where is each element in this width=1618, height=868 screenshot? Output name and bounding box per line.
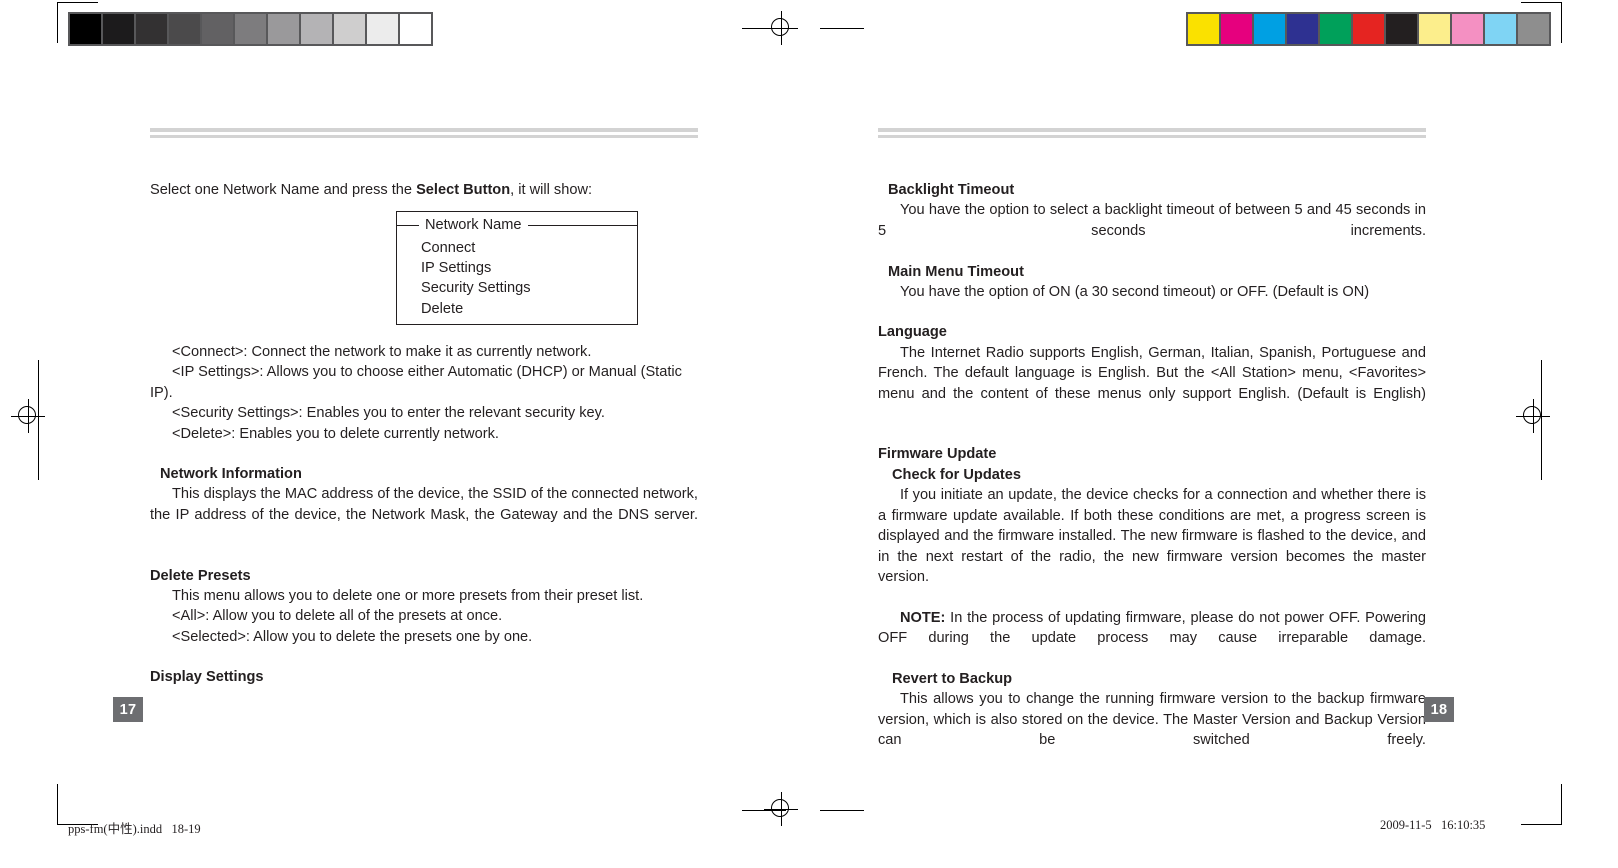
heading-check-for-updates: Check for Updates	[892, 466, 1021, 483]
paragraph-revert-to-backup: This allows you to change the running fi…	[878, 691, 1426, 749]
menu-item-security-settings[interactable]: Security Settings	[421, 278, 637, 298]
select-network-instruction: Select one Network Name and press the Se…	[150, 180, 698, 200]
paragraph-firmware-note: NOTE: In the process of updating firmwar…	[878, 608, 1426, 669]
heading-revert-to-backup: Revert to Backup	[892, 670, 1013, 687]
page-number-badge-right: 18	[1424, 697, 1454, 722]
page-header-rule-right	[878, 128, 1426, 138]
footer-timestamp: 2009-11-5 16:10:35	[1380, 818, 1486, 832]
menu-title-rule-left	[397, 224, 419, 226]
select-network-instruction-before: Select one Network Name and press the	[150, 182, 417, 198]
select-network-instruction-after: , it will show:	[510, 182, 593, 198]
network-name-menu-illustration: Network Name Connect IP Settings Securit…	[396, 211, 638, 325]
paragraph-backlight-timeout: You have the option to select a backligh…	[878, 202, 1426, 239]
page-number-badge-left: 17	[113, 697, 143, 722]
delete-presets-option-all: <All>: Allow you to delete all of the pr…	[172, 608, 503, 625]
heading-network-information: Network Information	[160, 466, 302, 483]
footer-file-name: pps-fm(中性).indd 18-19	[68, 822, 201, 836]
definition-ip-settings: <IP Settings>: Allows you to choose eith…	[150, 364, 682, 401]
left-page-body: <Connect>: Connect the network to make i…	[150, 342, 698, 688]
page-left: Select one Network Name and press the Se…	[0, 0, 809, 868]
select-button-label: Select Button	[416, 182, 511, 198]
definition-delete: <Delete>: Enables you to delete currentl…	[172, 425, 499, 442]
heading-display-settings: Display Settings	[150, 669, 264, 686]
menu-title-row: Network Name	[397, 212, 637, 238]
paragraph-delete-presets: This menu allows you to delete one or mo…	[172, 588, 644, 605]
menu-item-ip-settings[interactable]: IP Settings	[421, 258, 637, 278]
page-right: Backlight Timeout You have the option to…	[809, 0, 1618, 868]
delete-presets-option-selected: <Selected>: Allow you to delete the pres…	[172, 628, 533, 645]
heading-main-menu-timeout: Main Menu Timeout	[888, 263, 1024, 280]
right-page-content: Backlight Timeout You have the option to…	[878, 180, 1426, 771]
heading-language: Language	[878, 324, 947, 341]
paragraph-main-menu-timeout: You have the option of ON (a 30 second t…	[900, 284, 1370, 301]
definition-connect: <Connect>: Connect the network to make i…	[172, 344, 592, 360]
left-page-content: Select one Network Name and press the Se…	[150, 180, 698, 200]
menu-item-list: Connect IP Settings Security Settings De…	[397, 238, 637, 319]
heading-delete-presets: Delete Presets	[150, 567, 251, 584]
note-body: In the process of updating firmware, ple…	[878, 609, 1426, 647]
paragraph-language: The Internet Radio supports English, Ger…	[878, 344, 1426, 402]
definition-security-settings: <Security Settings>: Enables you to ente…	[172, 405, 605, 422]
menu-item-connect[interactable]: Connect	[421, 238, 637, 258]
menu-item-delete[interactable]: Delete	[421, 299, 637, 319]
note-label: NOTE:	[900, 609, 946, 626]
menu-title-label: Network Name	[425, 217, 522, 233]
paragraph-check-for-updates: If you initiate an update, the device ch…	[878, 487, 1426, 585]
paragraph-network-information: This displays the MAC address of the dev…	[150, 486, 698, 523]
menu-title-rule-right	[527, 224, 637, 226]
heading-firmware-update: Firmware Update	[878, 446, 997, 463]
heading-backlight-timeout: Backlight Timeout	[888, 182, 1015, 198]
page-header-rule-left	[150, 128, 698, 138]
